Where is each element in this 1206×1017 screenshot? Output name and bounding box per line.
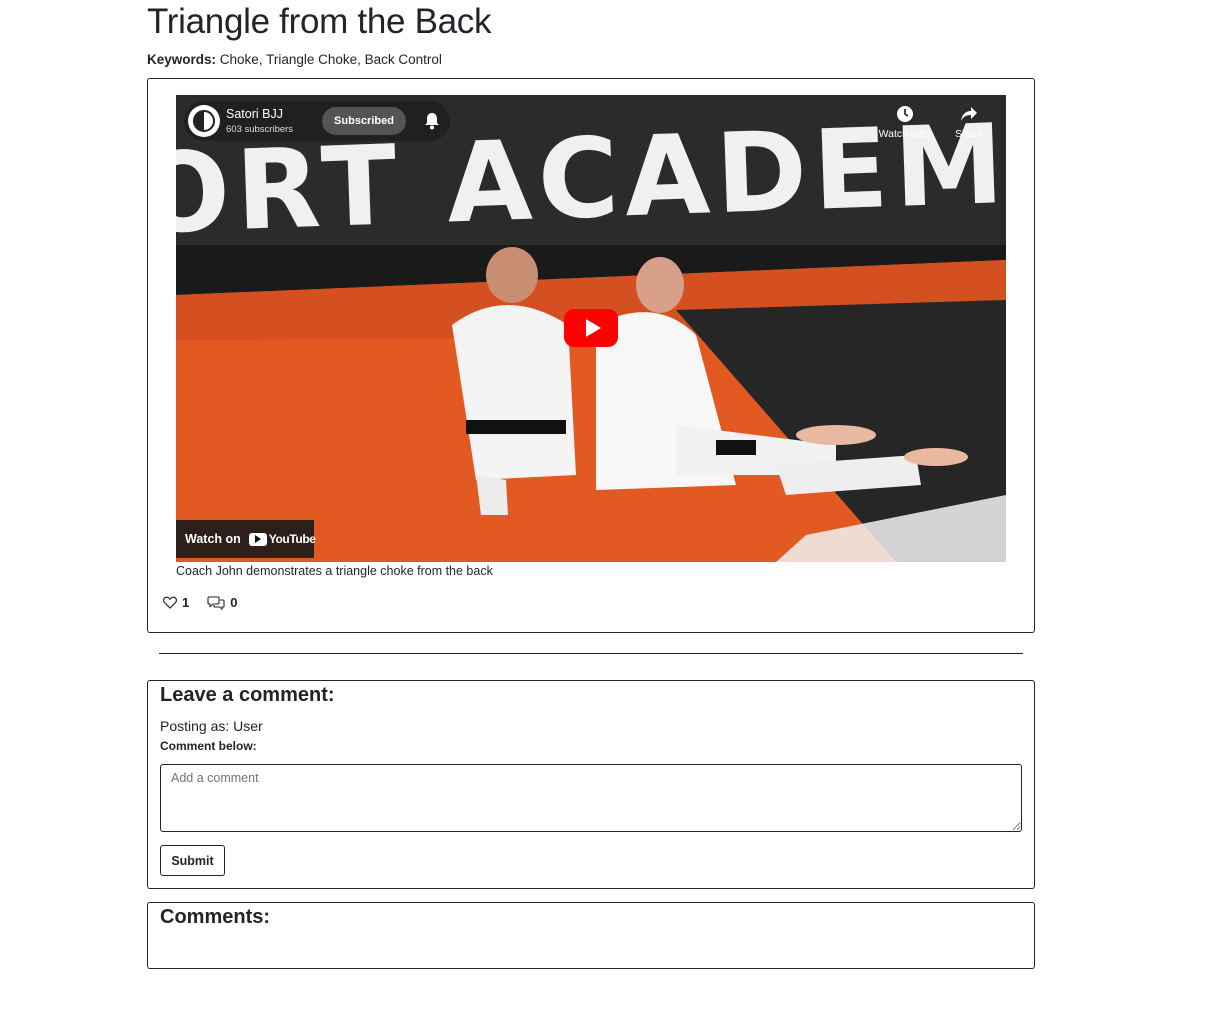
comment-count-button[interactable]: 0 xyxy=(207,595,237,610)
play-icon xyxy=(585,319,601,337)
youtube-play-icon xyxy=(248,532,267,546)
like-count: 1 xyxy=(182,595,190,610)
posting-as-text: Posting as: User xyxy=(160,718,263,734)
like-button[interactable]: 1 xyxy=(163,595,189,610)
watch-on-label: Watch on xyxy=(185,532,241,546)
comments-card: Comments: xyxy=(147,902,1035,969)
heart-icon xyxy=(163,596,177,609)
share-button[interactable]: Share xyxy=(939,105,999,140)
subscribed-button[interactable]: Subscribed xyxy=(322,107,406,135)
clock-icon xyxy=(897,106,913,122)
watch-later-label: Watch later xyxy=(878,128,932,140)
comments-icon xyxy=(207,596,225,610)
comments-heading: Comments: xyxy=(160,906,271,928)
play-button[interactable] xyxy=(564,309,618,347)
channel-subscribers: 603 subscribers xyxy=(226,124,294,135)
channel-name[interactable]: Satori BJJ xyxy=(226,107,283,121)
page-title: Triangle from the Back xyxy=(147,2,492,41)
comment-count: 0 xyxy=(230,595,238,610)
post-stats: 1 0 xyxy=(163,595,255,610)
comment-field-label: Comment below: xyxy=(160,739,257,753)
video-card: ORT ACADEMY Satori BJJ 603 subscribers S… xyxy=(147,78,1035,633)
channel-bar: Satori BJJ 603 subscribers Subscribed xyxy=(184,101,450,141)
youtube-wordmark: YouTube xyxy=(268,532,316,546)
channel-avatar[interactable] xyxy=(188,105,220,137)
share-label: Share xyxy=(954,128,984,140)
submit-button[interactable]: Submit xyxy=(160,845,225,876)
share-icon xyxy=(961,107,977,121)
watch-later-button[interactable]: Watch later xyxy=(875,105,935,140)
section-divider xyxy=(159,653,1023,654)
keywords-line: Keywords: Choke, Triangle Choke, Back Co… xyxy=(147,52,442,67)
comment-form-heading: Leave a comment: xyxy=(160,684,335,706)
video-embed[interactable]: ORT ACADEMY Satori BJJ 603 subscribers S… xyxy=(176,95,1006,562)
bell-icon[interactable] xyxy=(424,112,440,130)
watch-on-youtube-button[interactable]: Watch on YouTube xyxy=(176,520,316,558)
keywords-value: Choke, Triangle Choke, Back Control xyxy=(219,52,442,67)
video-caption: Coach John demonstrates a triangle choke… xyxy=(176,564,493,578)
comment-form-card: Leave a comment: Posting as: User Commen… xyxy=(147,680,1035,889)
comment-input[interactable] xyxy=(160,764,1022,832)
keywords-label: Keywords: xyxy=(147,52,217,67)
youtube-logo: YouTube xyxy=(248,532,316,546)
